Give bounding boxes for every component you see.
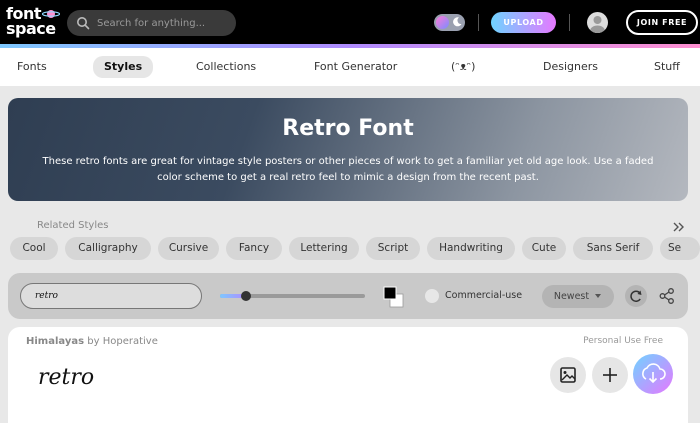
filter-toolbar: Commercial-use Newest (8, 273, 688, 319)
font-preview-text: retro (38, 365, 94, 390)
chip-se[interactable]: Se (660, 237, 700, 260)
header-divider (569, 14, 570, 31)
chip-cursive[interactable]: Cursive (158, 237, 219, 260)
download-icon (642, 363, 666, 384)
nav-item-font-generator[interactable]: Font Generator (314, 59, 397, 75)
related-styles-chips: Cool Calligraphy Cursive Fancy Lettering… (10, 237, 700, 260)
slider-handle[interactable] (241, 291, 252, 301)
main-nav: Fonts Styles Collections Font Generator … (0, 48, 700, 86)
search-bar[interactable] (67, 10, 236, 36)
join-free-button[interactable]: JOIN FREE (626, 10, 698, 35)
fontspace-logo[interactable]: font space (6, 6, 62, 40)
font-name-link[interactable]: Himalayas (26, 336, 84, 347)
toggle-knob (436, 16, 449, 29)
add-to-collection-button[interactable] (592, 357, 628, 393)
page-description: These retro fonts are great for vintage … (42, 156, 654, 183)
nav-item-designers[interactable]: Designers (543, 59, 598, 75)
related-styles-label: Related Styles (37, 220, 109, 231)
font-preview[interactable]: retro (38, 362, 98, 392)
chip-sans-serif[interactable]: Sans Serif (573, 237, 653, 260)
commercial-use-label: Commercial-use (445, 290, 523, 301)
top-header: font space UPLOAD JOIN FREE (0, 0, 700, 44)
chip-cool[interactable]: Cool (10, 237, 58, 260)
search-input[interactable] (97, 14, 232, 32)
by-label: by (87, 336, 100, 347)
image-preview-button[interactable] (550, 357, 586, 393)
image-icon (560, 367, 576, 383)
share-icon[interactable] (658, 287, 676, 305)
font-card: Himalayas by Hoperative Personal Use Fre… (8, 327, 688, 423)
designer-link[interactable]: Hoperative (103, 336, 158, 347)
user-icon (590, 16, 605, 33)
scroll-right-icon[interactable] (672, 220, 686, 234)
page-title: Retro Font (282, 116, 414, 141)
header-divider (478, 14, 479, 31)
nav-item-stuff[interactable]: Stuff (654, 59, 680, 75)
upload-button[interactable]: UPLOAD (491, 12, 556, 33)
refresh-button[interactable] (625, 285, 647, 307)
font-card-title: Himalayas by Hoperative (26, 336, 158, 347)
moon-icon (453, 17, 462, 27)
commercial-use-checkbox[interactable] (425, 289, 439, 303)
search-icon (77, 17, 90, 30)
nav-item-collections[interactable]: Collections (196, 59, 256, 75)
chip-fancy[interactable]: Fancy (226, 237, 282, 260)
chip-script[interactable]: Script (366, 237, 420, 260)
style-hero-banner: Retro Font These retro fonts are great f… (8, 98, 688, 201)
plus-icon (603, 368, 617, 382)
nav-item-styles[interactable]: Styles (93, 56, 154, 78)
sort-select[interactable]: Newest (542, 285, 614, 308)
refresh-icon (630, 290, 642, 302)
download-button[interactable] (633, 354, 673, 394)
chip-handwriting[interactable]: Handwriting (427, 237, 515, 260)
sort-select-value: Newest (553, 291, 590, 302)
preview-text-input[interactable] (20, 283, 202, 309)
chevron-down-icon (595, 294, 602, 298)
theme-toggle[interactable] (434, 14, 465, 31)
chip-cute[interactable]: Cute (522, 237, 566, 260)
color-swatch-icon[interactable] (383, 286, 405, 308)
chip-lettering[interactable]: Lettering (289, 237, 359, 260)
nav-item-kaomoji[interactable]: (ᵔᴥᵔ) (451, 59, 475, 75)
planet-icon (42, 10, 60, 18)
nav-item-fonts[interactable]: Fonts (17, 59, 47, 75)
avatar[interactable] (587, 12, 608, 33)
license-badge: Personal Use Free (583, 336, 663, 346)
chip-calligraphy[interactable]: Calligraphy (65, 237, 151, 260)
